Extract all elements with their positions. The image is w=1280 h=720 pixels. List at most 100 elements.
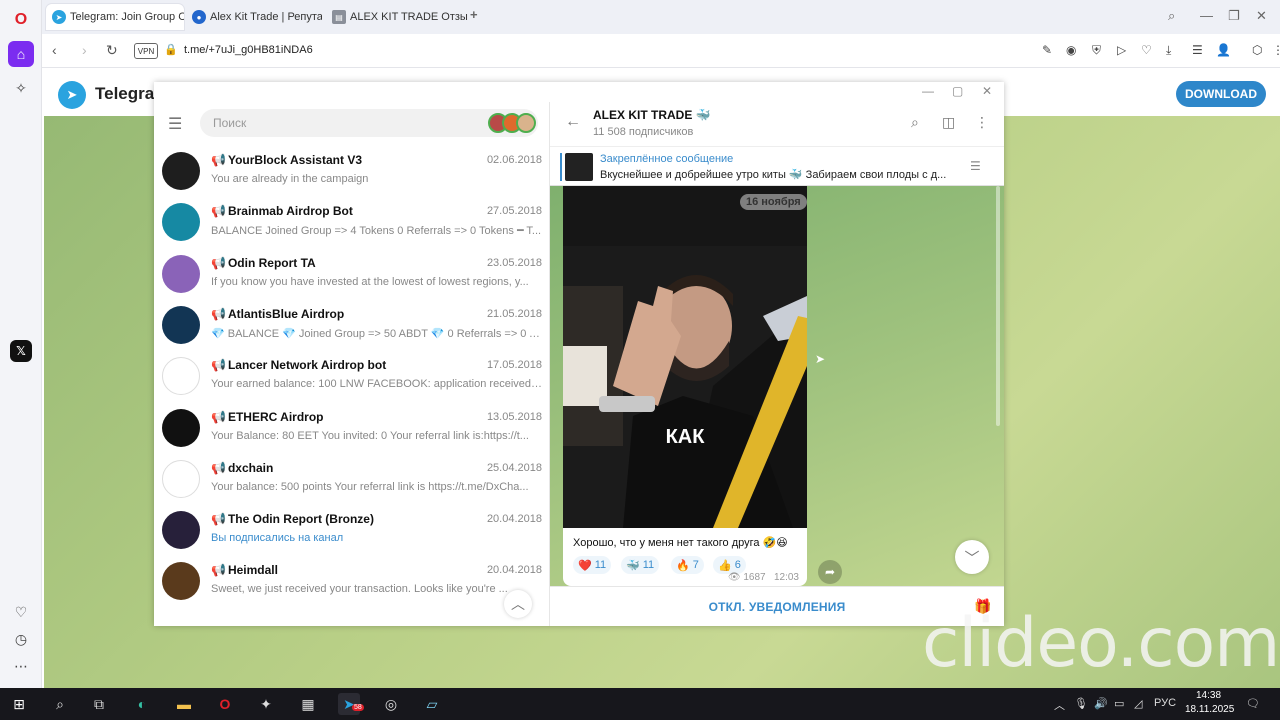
channel-header: ← ALEX KIT TRADE 🐳 11 508 подписчиков ⌕ …: [550, 102, 1004, 146]
vpn-badge[interactable]: VPN: [134, 43, 158, 59]
back-arrow-icon[interactable]: ←: [565, 113, 581, 131]
maximize-icon[interactable]: ▢: [952, 84, 963, 98]
app-icon[interactable]: ✦: [255, 693, 277, 715]
chat-list-item[interactable]: 📢 The Odin Report (Bronze) 20.04.2018 Вы по…: [154, 507, 549, 558]
chat-name-text: YourBlock Assistant V3: [227, 153, 362, 167]
microphone-icon[interactable]: 🎙: [1074, 697, 1088, 710]
language-indicator[interactable]: РУС: [1154, 697, 1176, 709]
chat-date: 27.05.2018: [486, 205, 542, 218]
extensions-icon[interactable]: ⬡: [1252, 43, 1262, 57]
eye-icon: 👁: [727, 572, 741, 583]
chat-list-item[interactable]: 📢 ETHERC Airdrop 13.05.2018 Your Balance: 8…: [154, 405, 549, 456]
volume-icon[interactable]: 🔊: [1094, 697, 1108, 710]
opera-logo-icon[interactable]: O: [8, 7, 34, 33]
search-icon[interactable]: ⌕: [49, 693, 71, 715]
recorder-icon[interactable]: ◎: [380, 693, 402, 715]
chat-list-item[interactable]: 📢 dxchain 25.04.2018 Your balance: 500 poin…: [154, 456, 549, 507]
tab-telegram[interactable]: ➤ Telegram: Join Group Chat: [46, 4, 184, 30]
document-icon: ▤: [332, 10, 346, 24]
more-icon[interactable]: ⋯: [8, 653, 34, 679]
channel-kind-icon: 📢: [211, 358, 226, 373]
forward-icon[interactable]: ➦: [818, 560, 842, 584]
tab-alex-kit-reputation[interactable]: ● Alex Kit Trade | Репутация: [186, 4, 322, 30]
profile-icon[interactable]: 👤: [1216, 43, 1231, 57]
camera-icon[interactable]: ◉: [1066, 43, 1076, 57]
edge-icon[interactable]: ◐: [131, 693, 153, 715]
easy-setup-icon[interactable]: ☰: [1192, 43, 1203, 57]
chat-list-item[interactable]: 📢 Heimdall 20.04.2018 Sweet, we just receiv…: [154, 558, 549, 609]
chat-date: 23.05.2018: [486, 256, 542, 269]
minimize-icon[interactable]: —: [1200, 8, 1213, 23]
chat-list-item[interactable]: 📢 AtlantisBlue Airdrop 21.05.2018 💎 BALANCE…: [154, 302, 549, 353]
opera-icon[interactable]: O: [214, 693, 236, 715]
chat-list-item[interactable]: 📢 YourBlock Assistant V3 02.06.2018 You are…: [154, 148, 549, 199]
chat-preview: Your balance: 500 points Your referral l…: [211, 480, 529, 493]
chat-name: 📢 dxchain: [211, 461, 273, 475]
channel-title[interactable]: ALEX KIT TRADE 🐳: [593, 108, 711, 122]
chat-list-item[interactable]: 📢 Odin Report TA 23.05.2018 If you know you…: [154, 251, 549, 302]
search-icon[interactable]: ⌕: [911, 114, 919, 131]
reaction-chip[interactable]: ❤️ 11: [573, 556, 612, 574]
chat-name: 📢 ETHERC Airdrop: [211, 410, 324, 424]
notepad-icon[interactable]: ▱: [421, 693, 443, 715]
more-options-icon[interactable]: ⋮: [975, 114, 989, 131]
tab-alex-kit-reviews[interactable]: ▤ ALEX KIT TRADE Отзывы: [326, 4, 468, 30]
clock-date[interactable]: 18.11.2025: [1185, 704, 1234, 715]
chat-avatar: [162, 408, 200, 447]
chat-date: 02.06.2018: [486, 154, 542, 166]
restore-icon[interactable]: ❐: [1228, 8, 1240, 24]
chat-preview: 💎 BALANCE 💎 Joined Group => 50 ABDT 💎 0 …: [211, 327, 542, 340]
network-icon[interactable]: ◿: [1134, 697, 1142, 710]
battery-icon[interactable]: ▭: [1114, 697, 1124, 710]
stories-strip[interactable]: [488, 113, 540, 133]
chat-date: 21.05.2018: [486, 307, 542, 320]
minimize-icon[interactable]: —: [922, 84, 934, 98]
history-icon[interactable]: ◷: [8, 626, 34, 652]
back-icon[interactable]: ‹: [52, 42, 57, 58]
chat-avatar: [162, 459, 200, 498]
reaction-count: 11: [594, 559, 607, 571]
x-twitter-icon[interactable]: 𝕏: [10, 340, 32, 362]
scroll-down-button[interactable]: ﹀: [955, 540, 989, 574]
pinboard-icon[interactable]: ✧: [8, 75, 34, 101]
scroll-up-button[interactable]: ︿: [504, 590, 532, 618]
pinned-list-icon[interactable]: ☰: [970, 159, 981, 173]
tray-chevron-icon[interactable]: ︿: [1054, 697, 1065, 713]
lock-icon[interactable]: 🔒: [164, 43, 178, 56]
download-button[interactable]: DOWNLOAD: [1176, 81, 1266, 107]
url-field[interactable]: t.me/+7uJi_g0HB81iNDA6: [184, 44, 313, 56]
reaction-chip[interactable]: 🔥 7: [671, 556, 704, 574]
heart-icon[interactable]: ♡: [1141, 43, 1152, 57]
file-explorer-icon[interactable]: ▬: [173, 693, 195, 715]
edit-icon[interactable]: ✎: [1042, 43, 1052, 57]
menu-icon[interactable]: ⋮: [1272, 43, 1280, 57]
scrollbar[interactable]: [996, 186, 1000, 426]
notifications-icon[interactable]: 🗨: [1246, 697, 1260, 710]
clock-time[interactable]: 14:38: [1196, 690, 1221, 701]
sidebar-toggle-icon[interactable]: ◫: [942, 114, 955, 131]
task-view-icon[interactable]: ⧉: [88, 693, 110, 715]
new-tab-button[interactable]: +: [470, 7, 478, 22]
hamburger-menu-icon[interactable]: ☰: [168, 114, 182, 134]
reaction-chip[interactable]: 🐳 11: [621, 556, 660, 574]
chat-list-item[interactable]: 📢 Brainmab Airdrop Bot 27.05.2018 BALANCE J…: [154, 199, 549, 250]
story-avatar[interactable]: [516, 113, 536, 133]
heart-icon[interactable]: ♡: [8, 599, 34, 625]
chat-list-item[interactable]: 📢 Lancer Network Airdrop bot 17.05.2018 You…: [154, 353, 549, 404]
download-icon[interactable]: ⤓: [1166, 43, 1171, 58]
forward-icon[interactable]: ›: [82, 42, 87, 58]
windows-start-icon[interactable]: ⊞: [8, 693, 30, 715]
close-icon[interactable]: ✕: [1256, 8, 1267, 24]
video-message[interactable]: КАК: [563, 186, 807, 528]
pinned-message-bar[interactable]: Закреплённое сообщение Вкуснейшее и добр…: [550, 146, 1004, 186]
close-icon[interactable]: ✕: [982, 84, 992, 98]
reload-icon[interactable]: ↻: [106, 42, 118, 59]
shield-icon[interactable]: ⛨: [1092, 43, 1101, 58]
channel-kind-icon: 📢: [211, 255, 226, 270]
home-icon[interactable]: ⌂: [8, 41, 34, 67]
search-tabs-icon[interactable]: ⌕: [1168, 8, 1175, 24]
channel-kind-icon: 📢: [211, 153, 226, 167]
chat-avatar: [162, 254, 200, 293]
play-icon[interactable]: ▷: [1117, 43, 1126, 57]
calculator-icon[interactable]: ▦: [297, 693, 319, 715]
